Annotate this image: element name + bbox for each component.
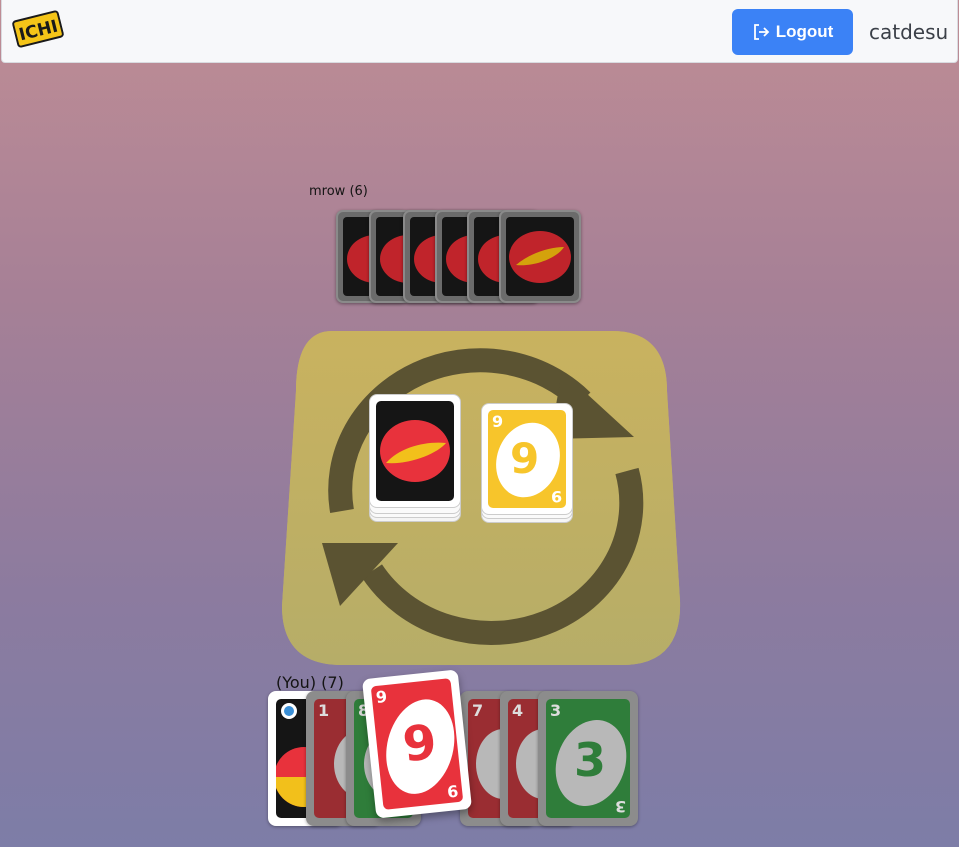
- hand-card[interactable]: 3 3 3: [538, 691, 638, 826]
- draw-pile[interactable]: [369, 394, 461, 524]
- card-value: 3: [614, 797, 626, 816]
- username: catdesu: [869, 20, 949, 44]
- discard-pile: 9 9 9: [481, 403, 573, 525]
- card-value: 7: [472, 701, 484, 720]
- ichi-logo[interactable]: ICHI: [11, 9, 65, 50]
- card-value: 9: [374, 686, 388, 707]
- opponent-label: mrow (6): [309, 184, 368, 199]
- card-value: 3: [550, 701, 562, 720]
- game-board: 9 9 9: [282, 331, 682, 665]
- card-value: 9: [550, 487, 562, 506]
- card-value-center: 3: [574, 733, 607, 787]
- card-value: 1: [318, 701, 330, 720]
- logout-icon: [753, 24, 769, 40]
- card-value-center: 9: [510, 434, 540, 483]
- opponent-card: [499, 210, 581, 303]
- card-value-center: 9: [400, 714, 440, 774]
- top-navbar: ICHI Logout catdesu: [1, 0, 958, 63]
- player-label: (You) (7): [276, 673, 344, 692]
- discard-top-card: 9 9 9: [481, 403, 573, 515]
- card-value: 9: [446, 781, 460, 802]
- logout-button[interactable]: Logout: [732, 9, 853, 55]
- card-value: 9: [492, 412, 504, 431]
- hand-card-selected[interactable]: 9 9 9: [361, 669, 473, 819]
- logout-label: Logout: [775, 22, 834, 41]
- card-value: 4: [512, 701, 524, 720]
